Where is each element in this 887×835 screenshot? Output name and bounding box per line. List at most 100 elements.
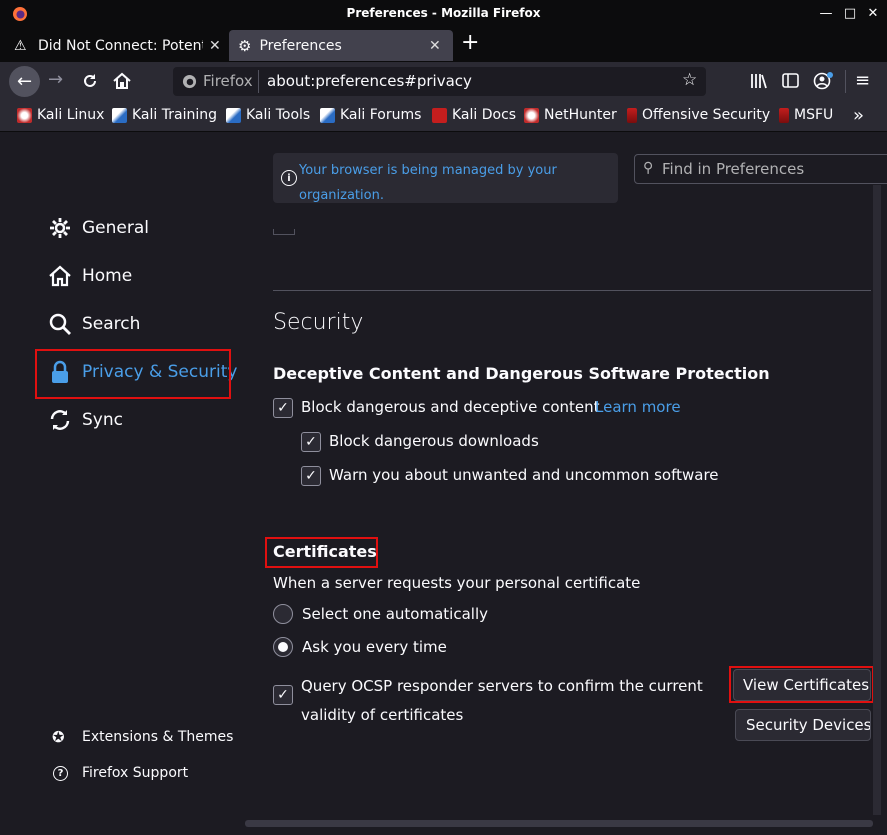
tab-label: Preferences xyxy=(259,37,342,54)
search-icon xyxy=(49,313,71,335)
sidebar-item-label: Home xyxy=(82,266,133,286)
bookmark-kali-linux[interactable]: Kali Linux xyxy=(17,107,104,123)
title-bar: Preferences - Mozilla Firefox — □ ✕ xyxy=(0,0,887,28)
scrolled-checkbox-fragment xyxy=(273,229,295,235)
security-devices-button[interactable]: Security Devices... xyxy=(735,709,871,741)
url-text[interactable]: about:preferences#privacy xyxy=(267,72,472,90)
offsec-icon xyxy=(627,107,637,123)
warn-unwanted-checkbox[interactable]: ✓ xyxy=(301,466,321,486)
bookmark-kali-tools[interactable]: Kali Tools xyxy=(226,107,310,123)
new-tab-button[interactable]: + xyxy=(461,30,479,55)
kali-tools-icon xyxy=(226,107,241,123)
highlight-box-privacy xyxy=(35,349,231,399)
menu-icon[interactable]: ≡ xyxy=(855,70,870,91)
bookmark-offensive-security[interactable]: Offensive Security xyxy=(627,107,770,123)
maximize-button[interactable]: □ xyxy=(843,6,857,21)
ocsp-label-line-1[interactable]: Query OCSP responder servers to confirm … xyxy=(301,672,703,701)
highlight-box-certificates xyxy=(265,537,378,568)
sidebar-item-label: Search xyxy=(82,314,141,334)
home-icon xyxy=(49,265,71,287)
block-deceptive-checkbox[interactable]: ✓ xyxy=(273,398,293,418)
highlight-box-view-certificates xyxy=(729,666,874,703)
policy-line-1[interactable]: Your browser is being managed by your xyxy=(299,158,557,183)
certificates-intro: When a server requests your personal cer… xyxy=(273,574,641,592)
ocsp-label-line-2[interactable]: validity of certificates xyxy=(301,701,703,730)
url-divider xyxy=(258,70,259,93)
bookmark-label: Kali Forums xyxy=(340,107,422,123)
toolbar-divider xyxy=(845,70,846,93)
ask-every-time-radio[interactable] xyxy=(273,637,293,657)
tab-preferences[interactable]: ⚙ Preferences ✕ xyxy=(229,30,453,61)
horizontal-scrollbar[interactable] xyxy=(245,820,873,827)
search-icon: ⚲ xyxy=(643,160,654,176)
close-tab-icon[interactable]: ✕ xyxy=(209,38,221,54)
gear-icon: ⚙ xyxy=(238,36,252,55)
info-icon: i xyxy=(281,170,297,186)
ocsp-label[interactable]: Query OCSP responder servers to confirm … xyxy=(301,672,703,730)
bookmark-kali-forums[interactable]: Kali Forums xyxy=(320,107,421,123)
check-icon: ✓ xyxy=(277,400,289,416)
block-downloads-checkbox[interactable]: ✓ xyxy=(301,432,321,452)
sidebar-item-label: Sync xyxy=(82,410,123,430)
sync-icon xyxy=(50,410,70,430)
kali-training-icon xyxy=(112,107,127,123)
sidebar-icon[interactable] xyxy=(782,73,800,89)
bookmark-label: Kali Docs xyxy=(452,107,517,123)
tab-label: Did Not Connect: Potenti xyxy=(38,37,203,54)
policy-notice-link[interactable]: Your browser is being managed by your or… xyxy=(299,158,557,208)
sidebar-footer-label: Extensions & Themes xyxy=(82,729,234,745)
section-divider xyxy=(273,290,871,291)
close-tab-icon[interactable]: ✕ xyxy=(429,38,441,54)
window-title: Preferences - Mozilla Firefox xyxy=(346,6,541,20)
home-icon[interactable] xyxy=(112,71,132,91)
warn-unwanted-label[interactable]: Warn you about unwanted and uncommon sof… xyxy=(329,466,719,484)
tab-did-not-connect[interactable]: ⚠ Did Not Connect: Potenti ✕ xyxy=(6,30,226,61)
check-icon: ✓ xyxy=(305,434,317,450)
sidebar-item-search[interactable]: Search xyxy=(48,312,140,336)
sidebar-item-sync[interactable]: Sync xyxy=(48,408,123,432)
section-heading-security: Security xyxy=(273,310,364,335)
radio-dot xyxy=(278,642,288,652)
msfu-icon xyxy=(779,107,789,123)
close-window-button[interactable]: ✕ xyxy=(866,6,880,21)
sidebar-item-firefox-support[interactable]: ? Firefox Support xyxy=(48,765,188,781)
identity-label: Firefox xyxy=(203,72,253,90)
sidebar-item-extensions-themes[interactable]: ✪ Extensions & Themes xyxy=(48,728,233,746)
sidebar-item-home[interactable]: Home xyxy=(48,264,132,288)
bookmark-label: NetHunter xyxy=(544,107,617,123)
kali-dragon-icon xyxy=(17,107,32,123)
bookmark-star-icon[interactable]: ☆ xyxy=(682,70,697,90)
bookmark-kali-docs[interactable]: Kali Docs xyxy=(432,107,516,123)
block-downloads-label[interactable]: Block dangerous downloads xyxy=(329,432,539,450)
bookmark-label: Offensive Security xyxy=(642,107,771,123)
help-icon: ? xyxy=(53,765,68,781)
sidebar-item-general[interactable]: General xyxy=(48,216,149,240)
firefox-identity-icon xyxy=(182,74,197,89)
deceptive-content-heading: Deceptive Content and Dangerous Software… xyxy=(273,364,770,383)
search-placeholder: Find in Preferences xyxy=(662,160,805,178)
ask-every-time-label[interactable]: Ask you every time xyxy=(302,638,447,656)
bookmark-label: MSFU xyxy=(794,107,834,123)
back-button[interactable]: ← xyxy=(9,66,40,97)
policy-line-2[interactable]: organization. xyxy=(299,183,557,208)
bookmark-nethunter[interactable]: NetHunter xyxy=(524,107,617,123)
learn-more-link[interactable]: Learn more xyxy=(595,398,681,416)
sidebar-item-label: General xyxy=(82,218,149,238)
kali-docs-icon xyxy=(432,107,447,123)
bookmark-kali-training[interactable]: Kali Training xyxy=(112,107,217,123)
bookmarks-overflow-icon[interactable]: » xyxy=(853,105,864,126)
select-automatically-radio[interactable] xyxy=(273,604,293,624)
kali-forums-icon xyxy=(320,107,335,123)
minimize-button[interactable]: — xyxy=(819,6,833,21)
select-automatically-label[interactable]: Select one automatically xyxy=(302,605,488,623)
ocsp-checkbox[interactable]: ✓ xyxy=(273,685,293,705)
vertical-scrollbar[interactable] xyxy=(873,185,881,815)
block-deceptive-label[interactable]: Block dangerous and deceptive content xyxy=(301,398,600,416)
sidebar-footer-label: Firefox Support xyxy=(82,765,189,781)
check-icon: ✓ xyxy=(277,687,289,703)
library-icon[interactable] xyxy=(750,73,768,89)
reload-icon[interactable] xyxy=(81,72,99,90)
bookmark-msfu[interactable]: MSFU xyxy=(779,107,833,123)
forward-button[interactable]: → xyxy=(48,69,63,90)
account-icon[interactable] xyxy=(813,71,835,91)
